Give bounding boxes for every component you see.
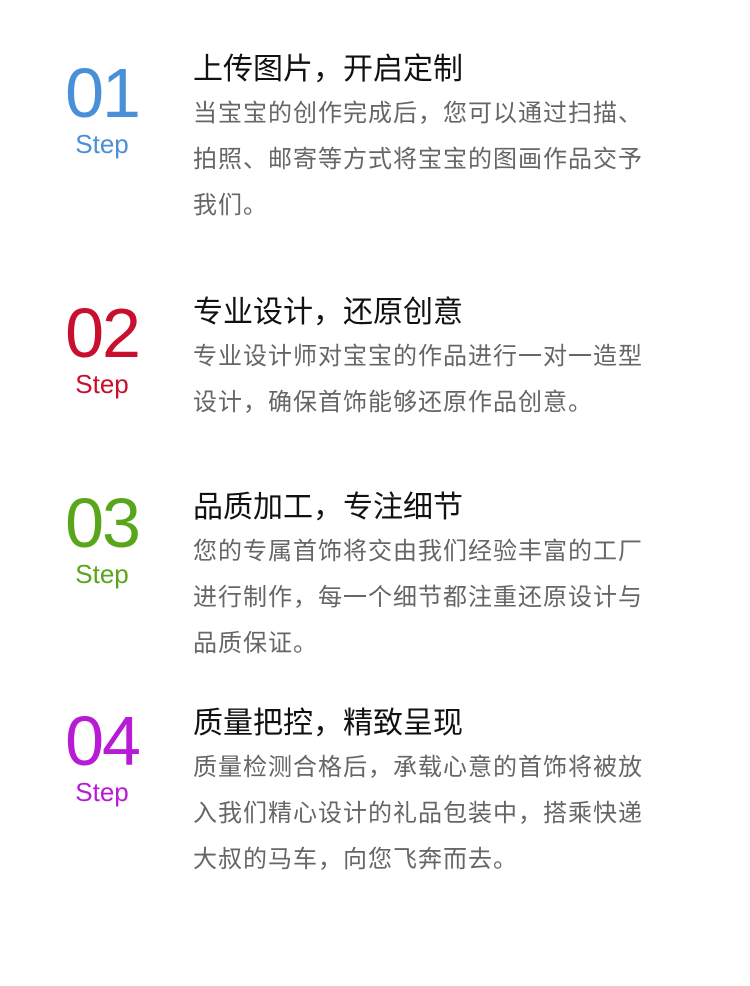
step-description: 专业设计师对宝宝的作品进行一对一造型 设计，确保首饰能够还原作品创意。 [193,333,723,425]
step-marker: 04 Step [52,706,152,807]
description-line: 大叔的马车，向您飞奔而去。 [193,845,518,873]
description-line: 入我们精心设计的礼品包装中，搭乘快递 [193,799,643,827]
step-label: Step [75,559,129,589]
step-number: 03 [65,484,141,562]
step-label: Step [75,129,129,159]
step-text: 品质加工，专注细节 您的专属首饰将交由我们经验丰富的工厂 进行制作，每一个细节都… [193,488,723,666]
description-line: 质量检测合格后，承载心意的首饰将被放 [193,753,643,781]
description-line: 拍照、邮寄等方式将宝宝的图画作品交予 [193,145,643,173]
step-description: 当宝宝的创作完成后，您可以通过扫描、 拍照、邮寄等方式将宝宝的图画作品交予 我们… [193,90,723,228]
step-title: 上传图片，开启定制 [193,52,463,87]
step-label: Step [75,777,129,807]
description-line: 进行制作，每一个细节都注重还原设计与 [193,583,643,611]
step-description: 质量检测合格后，承载心意的首饰将被放 入我们精心设计的礼品包装中，搭乘快递 大叔… [193,744,723,882]
step-text: 专业设计，还原创意 专业设计师对宝宝的作品进行一对一造型 设计，确保首饰能够还原… [193,293,723,425]
step-description: 您的专属首饰将交由我们经验丰富的工厂 进行制作，每一个细节都注重还原设计与 品质… [193,528,723,666]
step-marker: 03 Step [52,488,152,589]
description-line: 我们。 [193,191,268,219]
step-label: Step [75,369,129,399]
step-marker: 01 Step [52,58,152,159]
step-text: 上传图片，开启定制 当宝宝的创作完成后，您可以通过扫描、 拍照、邮寄等方式将宝宝… [193,50,723,228]
description-line: 您的专属首饰将交由我们经验丰富的工厂 [193,537,643,565]
step-title: 质量把控，精致呈现 [193,706,463,741]
step-title: 品质加工，专注细节 [193,490,463,525]
description-line: 设计，确保首饰能够还原作品创意。 [193,388,593,416]
description-line: 专业设计师对宝宝的作品进行一对一造型 [193,342,643,370]
step-marker: 02 Step [52,298,152,399]
step-number: 04 [65,702,141,780]
description-line: 品质保证。 [193,629,318,657]
step-text: 质量把控，精致呈现 质量检测合格后，承载心意的首饰将被放 入我们精心设计的礼品包… [193,704,723,882]
step-number: 02 [65,294,141,372]
description-line: 当宝宝的创作完成后，您可以通过扫描、 [193,99,643,127]
step-number: 01 [65,54,141,132]
step-title: 专业设计，还原创意 [193,295,463,330]
